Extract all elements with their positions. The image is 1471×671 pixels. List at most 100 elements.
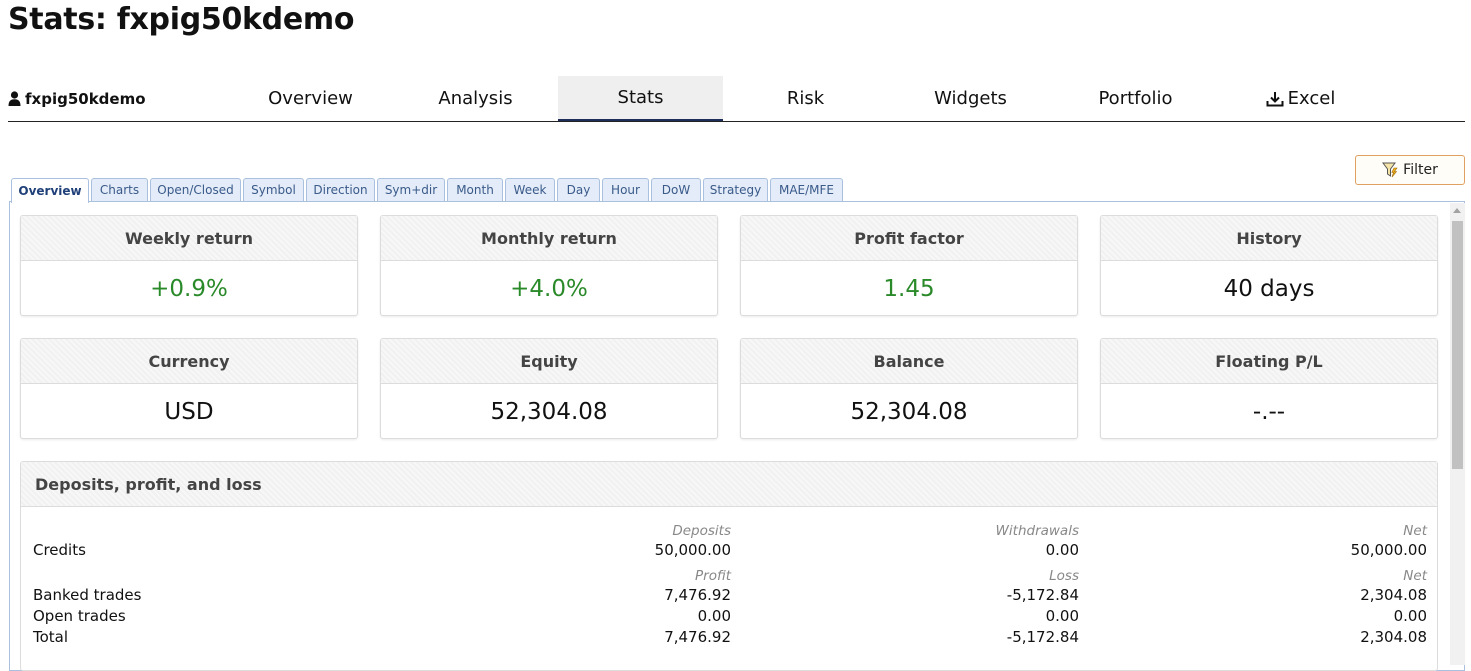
total-net: 2,304.08: [1360, 628, 1427, 646]
card-value: 52,304.08: [850, 399, 968, 425]
total-profit: 7,476.92: [664, 628, 731, 646]
subtab-mae-mfe[interactable]: MAE/MFE: [770, 178, 843, 201]
tab-widgets-label: Widgets: [934, 88, 1007, 109]
card-value: +0.9%: [150, 276, 228, 302]
card-title: Currency: [21, 339, 357, 384]
card-weekly-return: Weekly return +0.9%: [20, 215, 358, 316]
filter-icon: [1382, 162, 1398, 178]
scroll-up-arrow-icon[interactable]: [1453, 208, 1461, 213]
card-profit-factor: Profit factor 1.45: [740, 215, 1078, 316]
tab-portfolio[interactable]: Portfolio: [1053, 76, 1218, 121]
card-title: Balance: [741, 339, 1077, 384]
page-title: Stats: fxpig50kdemo: [8, 2, 355, 37]
card-title: Monthly return: [381, 216, 717, 261]
header-withdrawals: Withdrawals: [995, 523, 1079, 539]
card-title: Floating P/L: [1101, 339, 1437, 384]
subtab-label: DoW: [661, 183, 691, 197]
open-loss: 0.00: [1045, 607, 1079, 625]
credits-net: 50,000.00: [1350, 541, 1427, 559]
credits-deposits: 50,000.00: [654, 541, 731, 559]
scrollbar-thumb[interactable]: [1452, 221, 1463, 469]
user-icon: [8, 91, 21, 106]
card-equity: Equity 52,304.08: [380, 338, 718, 439]
subtab-week[interactable]: Week: [505, 178, 555, 201]
tab-stats[interactable]: Stats: [558, 76, 723, 121]
card-value: +4.0%: [510, 276, 588, 302]
subtab-label: Strategy: [709, 183, 762, 197]
subtab-label: Week: [513, 183, 547, 197]
subtab-strategy[interactable]: Strategy: [703, 178, 768, 201]
subtab-sym-dir[interactable]: Sym+dir: [377, 178, 445, 201]
header-net: Net: [1403, 568, 1427, 584]
subtab-overview[interactable]: Overview: [11, 178, 89, 203]
card-value: -.--: [1252, 399, 1286, 425]
dpl-title: Deposits, profit, and loss: [21, 462, 1437, 507]
tab-analysis-label: Analysis: [438, 88, 513, 109]
header-deposits: Deposits: [672, 523, 731, 539]
credits-withdrawals: 0.00: [1045, 541, 1079, 559]
row-label-open: Open trades: [33, 607, 126, 625]
subtab-hour[interactable]: Hour: [602, 178, 649, 201]
subtab-direction[interactable]: Direction: [306, 178, 375, 201]
subtab-label: Sym+dir: [384, 183, 438, 197]
tab-excel-label: Excel: [1287, 88, 1336, 109]
subtab-label: Month: [456, 183, 494, 197]
total-loss: -5,172.84: [1006, 628, 1079, 646]
subtab-label: Hour: [611, 183, 640, 197]
tab-excel[interactable]: Excel: [1218, 76, 1383, 121]
card-title: Profit factor: [741, 216, 1077, 261]
header-profit: Profit: [695, 568, 731, 584]
open-profit: 0.00: [697, 607, 731, 625]
row-label-banked: Banked trades: [33, 586, 142, 604]
banked-net: 2,304.08: [1360, 586, 1427, 604]
tab-portfolio-label: Portfolio: [1098, 88, 1173, 109]
account-name[interactable]: fxpig50kdemo: [8, 76, 146, 121]
tab-stats-label: Stats: [617, 87, 664, 108]
vertical-scrollbar[interactable]: [1450, 203, 1465, 665]
card-value: 40 days: [1223, 276, 1315, 302]
subtab-month[interactable]: Month: [447, 178, 503, 201]
subtab-open-closed[interactable]: Open/Closed: [150, 178, 241, 201]
subtab-label: Day: [566, 183, 591, 197]
subtab-label: Charts: [99, 183, 140, 197]
deposits-profit-loss-panel: Deposits, profit, and loss Deposits With…: [20, 461, 1438, 671]
tab-risk-label: Risk: [786, 88, 825, 109]
subtab-label: Overview: [18, 184, 82, 198]
card-balance: Balance 52,304.08: [740, 338, 1078, 439]
card-value: 1.45: [883, 276, 935, 302]
account-label: fxpig50kdemo: [25, 89, 146, 108]
card-value: 52,304.08: [490, 399, 608, 425]
card-title: Weekly return: [21, 216, 357, 261]
subtab-symbol[interactable]: Symbol: [243, 178, 304, 201]
row-label-credits: Credits: [33, 541, 86, 559]
download-icon: [1266, 91, 1284, 107]
subtab-label: MAE/MFE: [778, 183, 835, 197]
card-title: History: [1101, 216, 1437, 261]
banked-loss: -5,172.84: [1006, 586, 1079, 604]
card-monthly-return: Monthly return +4.0%: [380, 215, 718, 316]
banked-profit: 7,476.92: [664, 586, 731, 604]
card-floating-pl: Floating P/L -.--: [1100, 338, 1438, 439]
subtab-dow[interactable]: DoW: [651, 178, 701, 201]
row-label-total: Total: [33, 628, 69, 646]
tab-risk[interactable]: Risk: [723, 76, 888, 121]
tab-overview[interactable]: Overview: [228, 76, 393, 121]
tab-overview-label: Overview: [268, 88, 353, 109]
card-history: History 40 days: [1100, 215, 1438, 316]
open-net: 0.00: [1393, 607, 1427, 625]
card-currency: Currency USD: [20, 338, 358, 439]
subtab-label: Direction: [313, 183, 368, 197]
header-net: Net: [1403, 523, 1427, 539]
subtab-charts[interactable]: Charts: [91, 178, 148, 201]
filter-label: Filter: [1403, 162, 1438, 178]
filter-button[interactable]: Filter: [1355, 155, 1465, 185]
header-loss: Loss: [1049, 568, 1079, 584]
tab-widgets[interactable]: Widgets: [888, 76, 1053, 121]
subtab-label: Symbol: [251, 183, 296, 197]
card-value: USD: [164, 399, 214, 425]
main-nav: fxpig50kdemo Overview Analysis Stats Ris…: [8, 76, 1465, 122]
subtab-label: Open/Closed: [157, 183, 234, 197]
card-title: Equity: [381, 339, 717, 384]
subtab-day[interactable]: Day: [557, 178, 600, 201]
tab-analysis[interactable]: Analysis: [393, 76, 558, 121]
